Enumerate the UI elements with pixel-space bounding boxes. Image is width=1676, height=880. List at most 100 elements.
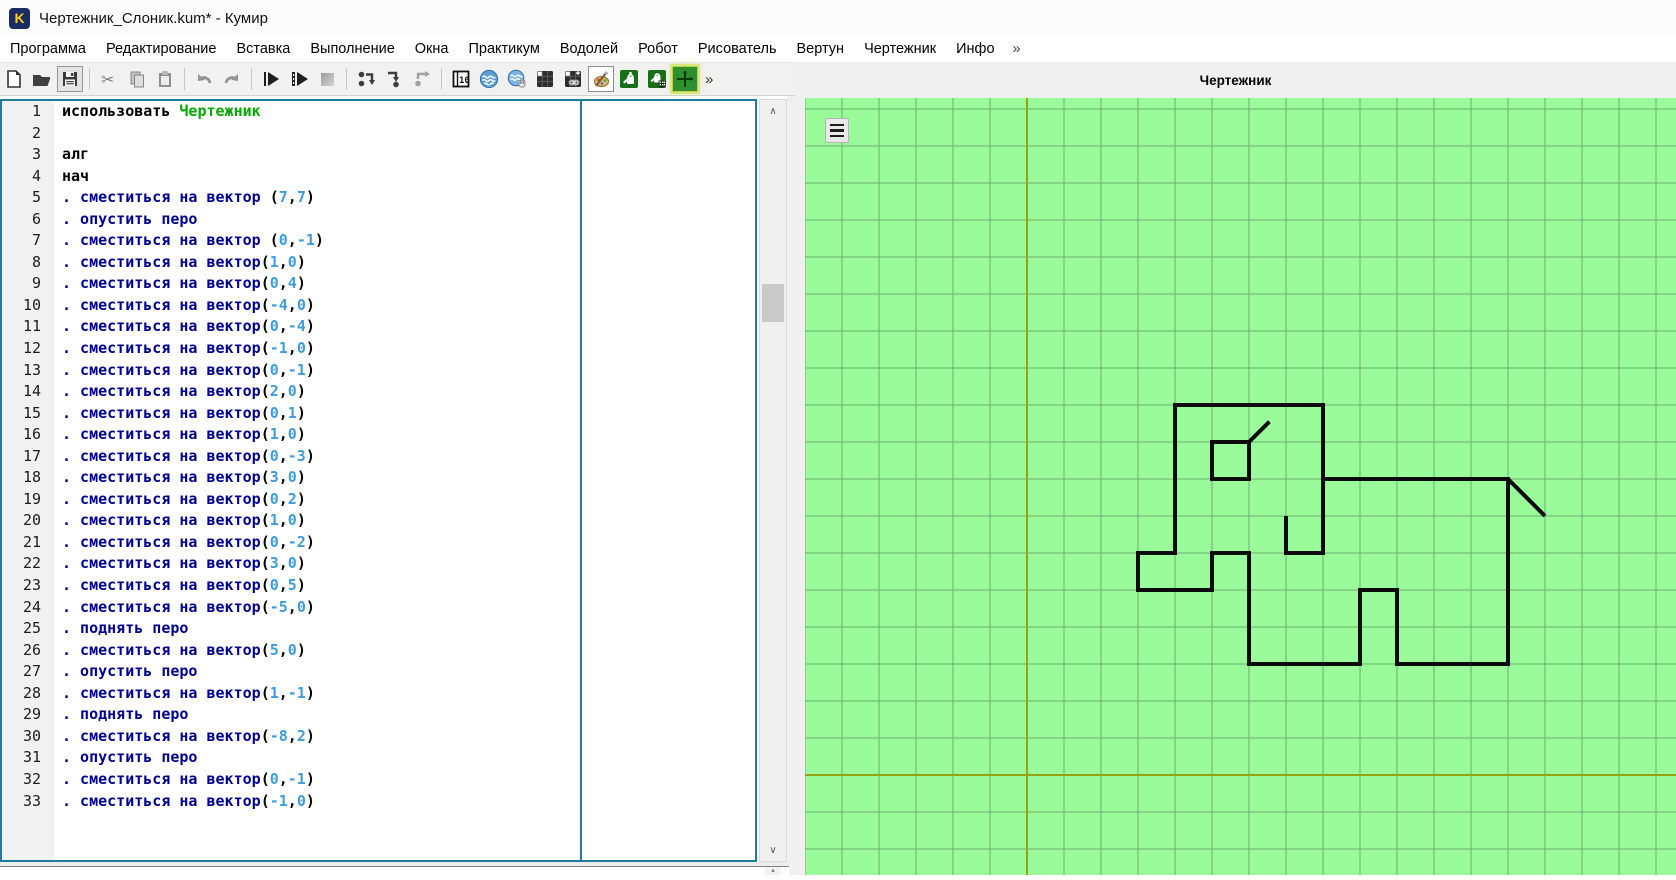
- code-line[interactable]: использовать Чертежник: [62, 101, 755, 123]
- scrollbar-thumb[interactable]: [762, 284, 784, 322]
- code-line[interactable]: . сместиться на вектор(-1,0): [62, 338, 755, 360]
- line-number: 2: [2, 123, 41, 145]
- redo-button[interactable]: [219, 66, 245, 92]
- menu-item-5[interactable]: Окна: [405, 38, 459, 60]
- line-number: 26: [2, 640, 41, 662]
- line-number: 15: [2, 403, 41, 425]
- line-number: 33: [2, 791, 41, 813]
- io-console-area[interactable]: [0, 866, 789, 875]
- line-number: 17: [2, 446, 41, 468]
- stop-button[interactable]: [314, 66, 340, 92]
- vertun-button[interactable]: [616, 66, 642, 92]
- cut-button[interactable]: ✂: [96, 66, 122, 92]
- run-button[interactable]: [258, 66, 284, 92]
- step-into-button[interactable]: [381, 66, 407, 92]
- code-line[interactable]: . сместиться на вектор(3,0): [62, 467, 755, 489]
- code-line[interactable]: . опустить перо: [62, 661, 755, 683]
- code-line[interactable]: нач: [62, 166, 755, 188]
- robot-control-button[interactable]: [560, 66, 586, 92]
- vodoley-control-button[interactable]: [504, 66, 530, 92]
- save-icon: [60, 69, 80, 89]
- code-line[interactable]: . сместиться на вектор (0,-1): [62, 230, 755, 252]
- code-line[interactable]: . сместиться на вектор(1,0): [62, 252, 755, 274]
- line-number: 8: [2, 252, 41, 274]
- redo-icon: [222, 69, 242, 89]
- code-line[interactable]: . сместиться на вектор(-4,0): [62, 295, 755, 317]
- menu-item-2[interactable]: Редактирование: [96, 38, 226, 60]
- editor-vertical-scrollbar[interactable]: ∧ ∨: [759, 99, 787, 862]
- code-line[interactable]: . сместиться на вектор(2,0): [62, 381, 755, 403]
- code-editor[interactable]: 1234567891011121314151617181920212223242…: [0, 99, 757, 862]
- drawer-grid-canvas: [805, 98, 1676, 875]
- scroll-down-button[interactable]: ∨: [760, 839, 786, 861]
- code-line[interactable]: . сместиться на вектор(1,0): [62, 510, 755, 532]
- code-line[interactable]: . поднять перо: [62, 704, 755, 726]
- code-line[interactable]: . сместиться на вектор(0,4): [62, 273, 755, 295]
- line-number: 1: [2, 101, 41, 123]
- menu-item-9[interactable]: Рисователь: [688, 38, 787, 60]
- code-line[interactable]: . поднять перо: [62, 618, 755, 640]
- code-line[interactable]: . сместиться на вектор(0,5): [62, 575, 755, 597]
- code-line[interactable]: . сместиться на вектор(-5,0): [62, 597, 755, 619]
- code-line[interactable]: . сместиться на вектор(0,-1): [62, 769, 755, 791]
- drawer-title: Чертежник: [1200, 73, 1272, 88]
- code-line[interactable]: алг: [62, 144, 755, 166]
- line-number-gutter: 1234567891011121314151617181920212223242…: [2, 101, 54, 860]
- code-line[interactable]: [62, 123, 755, 145]
- console-scroll-up-icon[interactable]: ▴: [765, 867, 781, 875]
- menu-item-6[interactable]: Практикум: [458, 38, 549, 60]
- code-line[interactable]: . опустить перо: [62, 209, 755, 231]
- code-line[interactable]: . сместиться на вектор(-8,2): [62, 726, 755, 748]
- code-line[interactable]: . сместиться на вектор (7,7): [62, 187, 755, 209]
- paste-button[interactable]: [152, 66, 178, 92]
- code-line[interactable]: . сместиться на вектор(0,-2): [62, 532, 755, 554]
- run-blind-button[interactable]: [286, 66, 312, 92]
- code-line[interactable]: . опустить перо: [62, 747, 755, 769]
- scroll-up-button[interactable]: ∧: [760, 100, 786, 122]
- toolbar-separator: [441, 68, 442, 90]
- robot-field-button[interactable]: [532, 66, 558, 92]
- drawer-menu-button[interactable]: [825, 118, 849, 143]
- code-line[interactable]: . сместиться на вектор(-1,0): [62, 791, 755, 813]
- new-file-icon: [4, 69, 24, 89]
- code-line[interactable]: . сместиться на вектор(0,1): [62, 403, 755, 425]
- undo-button[interactable]: [191, 66, 217, 92]
- painter-button[interactable]: [588, 66, 614, 92]
- code-line[interactable]: . сместиться на вектор(3,0): [62, 553, 755, 575]
- menu-item-1[interactable]: Программа: [0, 38, 96, 60]
- code-line[interactable]: . сместиться на вектор(0,-4): [62, 316, 755, 338]
- margin-toggle-button[interactable]: 10: [448, 66, 474, 92]
- code-line[interactable]: . сместиться на вектор(0,-1): [62, 360, 755, 382]
- save-button[interactable]: [57, 66, 83, 92]
- menu-item-3[interactable]: Вставка: [226, 38, 300, 60]
- code-line[interactable]: . сместиться на вектор(1,0): [62, 424, 755, 446]
- menu-overflow[interactable]: »: [1005, 38, 1029, 60]
- step-over-button[interactable]: [353, 66, 379, 92]
- line-number: 30: [2, 726, 41, 748]
- panel-splitter[interactable]: [787, 96, 805, 875]
- chertezhnik-button[interactable]: [672, 66, 698, 92]
- code-area[interactable]: использовать Чертежникалгнач. сместиться…: [62, 101, 755, 860]
- menu-item-11[interactable]: Чертежник: [854, 38, 946, 60]
- menu-item-4[interactable]: Выполнение: [300, 38, 404, 60]
- vertun-calc-button[interactable]: [644, 66, 670, 92]
- svg-text:✂: ✂: [101, 72, 114, 89]
- step-out-button[interactable]: [409, 66, 435, 92]
- io-console[interactable]: ▴: [0, 862, 789, 875]
- copy-button[interactable]: [124, 66, 150, 92]
- menu-item-8[interactable]: Робот: [628, 38, 688, 60]
- menu-item-12[interactable]: Инфо: [946, 38, 1004, 60]
- line-number: 11: [2, 316, 41, 338]
- code-line[interactable]: . сместиться на вектор(0,-3): [62, 446, 755, 468]
- menu-item-7[interactable]: Водолей: [550, 38, 628, 60]
- code-line[interactable]: . сместиться на вектор(0,2): [62, 489, 755, 511]
- open-button[interactable]: [29, 66, 55, 92]
- menu-bar: ПрограммаРедактированиеВставкаВыполнение…: [0, 36, 1676, 62]
- vodoley-button[interactable]: [476, 66, 502, 92]
- menu-item-10[interactable]: Вертун: [787, 38, 855, 60]
- new-file-button[interactable]: [1, 66, 27, 92]
- step-into-icon: [384, 69, 404, 89]
- toolbar-overflow[interactable]: »: [705, 71, 713, 88]
- code-line[interactable]: . сместиться на вектор(1,-1): [62, 683, 755, 705]
- code-line[interactable]: . сместиться на вектор(5,0): [62, 640, 755, 662]
